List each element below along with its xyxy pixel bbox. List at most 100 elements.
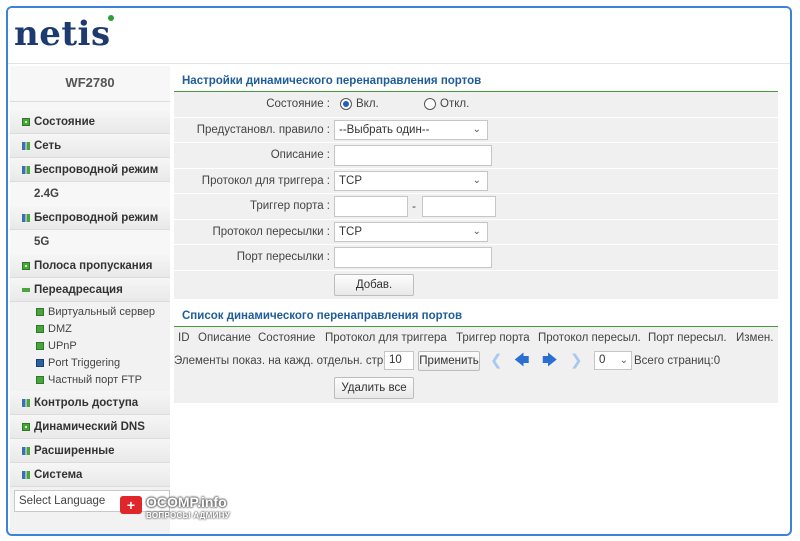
first-page-icon[interactable]: ❮ [490,351,503,371]
trigger-protocol-select[interactable]: TCP ⌄ [334,170,488,191]
column-header-description: Описание [198,331,251,344]
form-row-actions: Добав. [174,270,778,299]
chevron-down-icon: ⌄ [619,354,628,366]
sidebar-item-network[interactable]: Сеть [10,134,170,158]
column-header-trigger-port: Триггер порта [456,331,530,344]
list-title: Список динамического перенаправления пор… [174,305,778,327]
form-title: Настройки динамического перенаправления … [174,70,778,92]
per-page-input[interactable]: 10 [384,350,414,370]
sidebar-item-label: Беспроводной режим [34,164,159,176]
sidebar-item-wireless-5[interactable]: Беспроводной режим [10,206,170,230]
sidebar-subitem-label: DMZ [48,323,72,335]
sidebar-item-status[interactable]: Состояние [10,110,170,134]
form-row-trigger-protocol: Протокол для триггера : TCP ⌄ [174,168,778,194]
sidebar: WF2780 Состояние Сеть Беспроводной режим… [10,66,170,534]
form-row-status: Состояние : Вкл. Откл. [174,92,778,118]
delete-all-button[interactable]: Удалить все [334,376,414,399]
form-row-forward-protocol: Протокол пересылки : TCP ⌄ [174,219,778,245]
sidebar-subitem-virtual-server[interactable]: Виртуальный сервер [10,304,170,321]
model-name: WF2780 [10,66,170,102]
pagination-row: Элементы показ. на кажд. отдельн. стр. 1… [174,348,778,373]
grid-icon [22,142,30,150]
sidebar-item-system[interactable]: Система [10,463,170,487]
port-range-separator: - [412,199,416,213]
apply-button[interactable]: Применить [418,350,480,371]
add-button[interactable]: Добав. [334,273,414,296]
trigger-protocol-select-value: TCP [339,174,362,187]
preset-select-value: --Выбрать один-- [339,123,430,136]
list-header-row: ID Описание Состояние Протокол для тригг… [174,326,778,349]
sidebar-item-label: Состояние [34,116,96,128]
grid-icon [22,447,30,455]
preset-label: Предустановл. правило : [196,123,330,136]
sidebar-item-label: Динамический DNS [34,421,145,433]
chevron-down-icon: ⌄ [472,225,481,237]
plus-square-icon [22,423,30,431]
sidebar-subitem-label: Port Triggering [48,357,121,369]
forward-protocol-label: Протокол пересылки : [212,225,330,238]
sidebar-subitem-port-triggering[interactable]: Port Triggering [10,355,170,372]
trigger-port-from-input[interactable] [334,196,408,217]
sidebar-item-wireless-24[interactable]: Беспроводной режим [10,158,170,182]
bullet-icon [36,325,44,333]
minus-icon [22,288,30,292]
bullet-icon [36,376,44,384]
bullet-icon [36,308,44,316]
column-header-edit: Измен. [736,331,774,344]
logo-dot-icon [107,15,114,21]
watermark-name: OCOMP.info [146,494,227,510]
sidebar-subitem-label: Виртуальный сервер [48,306,156,318]
description-label: Описание : [270,149,330,161]
sidebar-item-advanced[interactable]: Расширенные [10,439,170,463]
form-row-preset: Предустановл. правило : --Выбрать один--… [174,117,778,143]
chevron-down-icon: ⌄ [472,174,481,186]
grid-icon [22,214,30,222]
sidebar-subitem-dmz[interactable]: DMZ [10,321,170,338]
forward-protocol-select[interactable]: TCP ⌄ [334,221,488,242]
description-input[interactable] [334,145,492,166]
form-row-forward-port: Порт пересылки : [174,245,778,271]
status-off-radio[interactable] [424,98,436,110]
prev-page-icon[interactable]: 🡄 [514,351,530,371]
logo-text: netis [14,14,111,54]
status-on-label: Вкл. [356,98,379,110]
trigger-port-to-input[interactable] [422,196,496,217]
delete-row: Удалить все [174,372,778,403]
sidebar-band-5g: 5G [10,230,170,254]
sidebar-item-access-control[interactable]: Контроль доступа [10,391,170,415]
status-label: Состояние : [266,98,330,110]
status-on-radio[interactable] [340,98,352,110]
bullet-icon [36,342,44,350]
sidebar-item-forwarding[interactable]: Переадресация [10,278,170,302]
trigger-port-label: Триггер порта : [249,200,330,212]
forward-protocol-select-value: TCP [339,225,362,238]
sidebar-subitem-upnp[interactable]: UPnP [10,338,170,355]
netis-logo: netis [14,14,114,54]
language-select-value: Select Language [19,495,106,507]
sidebar-item-ddns[interactable]: Динамический DNS [10,415,170,439]
sidebar-item-label: Контроль доступа [34,397,139,409]
sidebar-subitem-label: UPnP [48,340,77,352]
last-page-icon[interactable]: ❯ [570,351,583,371]
form-row-description: Описание : [174,143,778,169]
column-header-trigger-protocol: Протокол для триггера [325,331,447,344]
sidebar-item-label: Сеть [34,140,62,152]
watermark-subtitle: ВОПРОСЫ АДМИНУ [146,511,230,520]
sidebar-item-label: Беспроводной режим [34,212,159,224]
ocomp-watermark: + OCOMP.info ВОПРОСЫ АДМИНУ [120,494,250,524]
next-page-icon[interactable]: 🡆 [542,351,558,371]
sidebar-item-label: Переадресация [34,284,123,296]
page-select[interactable]: 0 ⌄ [594,350,632,370]
sidebar-subitem-ftp-private-port[interactable]: Частный порт FTP [10,372,170,389]
preset-select[interactable]: --Выбрать один-- ⌄ [334,119,488,140]
plus-square-icon [22,262,30,270]
header: netis [8,8,790,64]
form-row-trigger-port: Триггер порта : - [174,194,778,220]
chevron-down-icon: ⌄ [472,123,481,135]
sidebar-band-24g: 2.4G [10,182,170,206]
column-header-id: ID [178,331,190,344]
sidebar-item-bandwidth[interactable]: Полоса пропускания [10,254,170,278]
sidebar-item-label: Расширенные [34,445,115,457]
forward-port-input[interactable] [334,247,492,268]
plus-badge-icon: + [120,496,142,514]
